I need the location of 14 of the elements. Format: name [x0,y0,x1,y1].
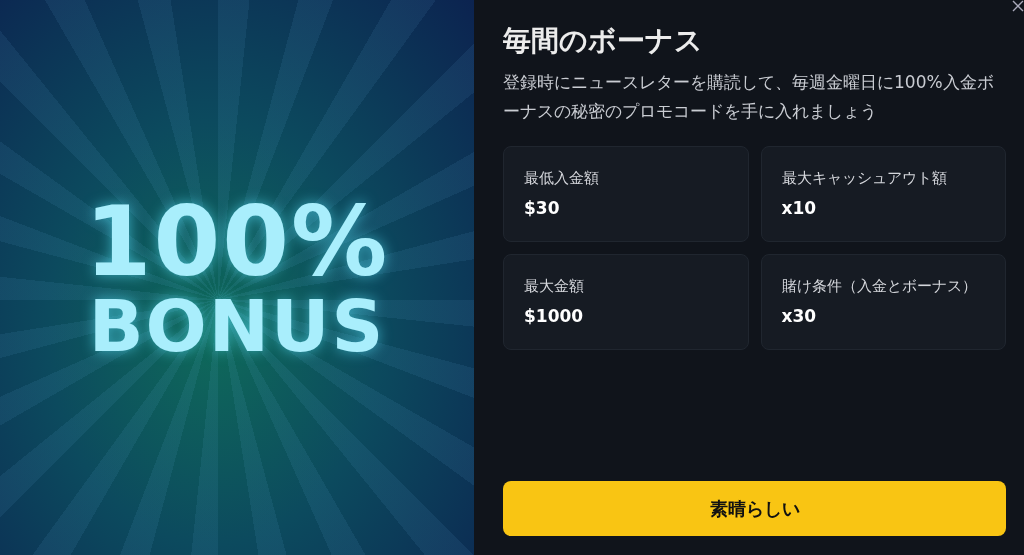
banner-headline: 100% [84,193,390,290]
banner-subline: BONUS [88,289,386,362]
modal-title: 毎間のボーナス [503,23,704,59]
stat-label: 最低入金額 [524,168,600,189]
stat-value: $1000 [524,306,585,326]
stat-value: $30 [524,198,561,218]
close-icon[interactable] [1012,0,1024,12]
confirm-button[interactable]: 素晴らしい [503,481,1006,536]
stat-value: x10 [781,198,818,218]
stat-value: x30 [781,306,818,326]
stat-label: 最大金額 [524,276,585,297]
description-text: 登録時にニュースレターを購読して、毎週金曜日に100%入金ボーナスの秘密のプロモコードを手に入れましょう [503,71,995,123]
stat-label: 最大キャッシュアウト額 [781,168,948,189]
stat-label: 賭け条件（入金とボーナス） [781,276,978,297]
